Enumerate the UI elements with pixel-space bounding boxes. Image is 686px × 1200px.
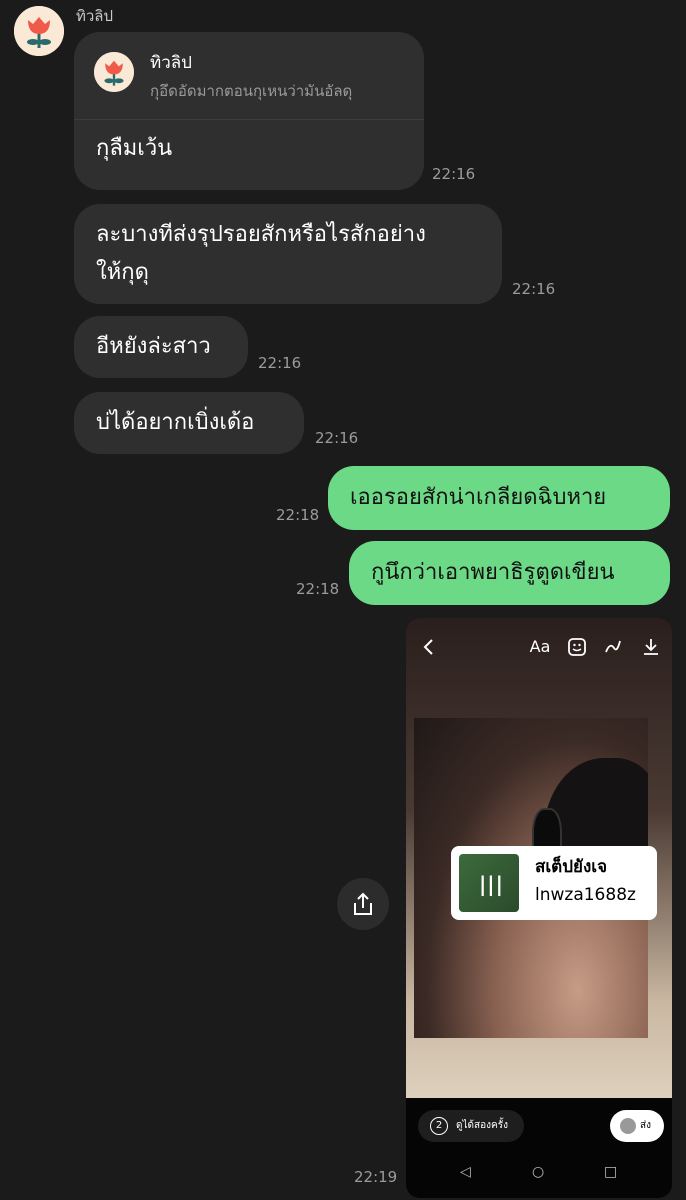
message-text: อีหยังล่ะสาว: [96, 334, 211, 359]
reply-sender-name: ทิวลิป: [150, 53, 192, 73]
message-time: 22:18: [296, 580, 340, 598]
message-text-line: ละบางทีส่งรุปรอยสักหรือไรสักอย่าง: [96, 222, 426, 247]
message-time: 22:19: [354, 1168, 398, 1186]
view-count-icon: 2: [430, 1117, 448, 1135]
tulip-icon: [14, 6, 64, 56]
message-bubble[interactable]: บ่ได้อยากเบิ่งเด้อ: [74, 392, 304, 454]
android-nav-bar: ◁ ○ □: [406, 1154, 672, 1198]
text-tool-icon[interactable]: Aa: [523, 630, 557, 664]
tulip-icon: [94, 52, 134, 92]
music-sticker[interactable]: ||| สเต็ปยังเจ lnwza1688z: [451, 846, 657, 920]
message-time: 22:16: [258, 354, 302, 372]
nav-home-icon[interactable]: ○: [532, 1164, 544, 1180]
reply-avatar: [94, 52, 134, 92]
message-time: 22:16: [432, 165, 476, 183]
sender-name: ทิวลิป: [76, 7, 114, 25]
share-button[interactable]: [337, 878, 389, 930]
message-text: เออรอยสักน่าเกลียดฉิบหาย: [350, 485, 607, 510]
sticker-icon[interactable]: [560, 630, 594, 664]
message-text: กูนึกว่าเอาพยาธิรูตูดเขียน: [371, 560, 615, 585]
story-toolbar: Aa: [406, 630, 672, 674]
message-bubble[interactable]: อีหยังล่ะสาว: [74, 316, 248, 378]
draw-icon[interactable]: [596, 630, 630, 664]
message-text-line: ให้กุดุ: [96, 260, 149, 285]
outgoing-message-bubble[interactable]: กูนึกว่าเอาพยาธิรูตูดเขียน: [349, 541, 670, 605]
nav-recents-icon[interactable]: □: [604, 1164, 617, 1180]
music-artist: lnwza1688z: [535, 885, 636, 905]
message-bubble[interactable]: ละบางทีส่งรุปรอยสักหรือไรสักอย่าง ให้กุด…: [74, 204, 502, 304]
contact-avatar[interactable]: [14, 6, 64, 56]
back-icon[interactable]: [412, 630, 446, 664]
view-once-label: ดูได้สองครั้ง: [456, 1120, 508, 1131]
share-icon: [354, 892, 372, 915]
audio-bars-icon: |||: [479, 872, 504, 896]
user-avatar-icon: [620, 1118, 636, 1134]
story-bottom-bar: 2 ดูได้สองครั้ง ส่ง ◁ ○ □: [406, 1098, 672, 1198]
message-text: กุลืมเว้น: [96, 136, 173, 161]
outgoing-message-bubble[interactable]: เออรอยสักน่าเกลียดฉิบหาย: [328, 466, 670, 530]
send-label: ส่ง: [640, 1120, 651, 1131]
reply-preview-text: กุอึดอัดมากตอนกุเหนว่ามันอัลดุ: [150, 82, 353, 100]
music-title: สเต็ปยังเจ: [535, 857, 608, 877]
message-time: 22:18: [276, 506, 320, 524]
music-cover: |||: [459, 854, 519, 912]
view-once-button[interactable]: 2 ดูได้สองครั้ง: [418, 1110, 524, 1142]
message-time: 22:16: [512, 280, 556, 298]
chat-screen: ทิวลิป ทิวลิป กุอึดอัดมากตอนกุเหนว่ามันอ…: [0, 0, 686, 1200]
send-button[interactable]: ส่ง: [610, 1110, 664, 1142]
reply-quote[interactable]: ทิวลิป กุอึดอัดมากตอนกุเหนว่ามันอัลดุ: [74, 32, 424, 120]
image-message[interactable]: Aa ||| สเต็ปยังเจ lnwza1688z 2 ดูได้สองค…: [406, 618, 672, 1198]
download-icon[interactable]: [634, 630, 668, 664]
message-time: 22:16: [315, 429, 359, 447]
message-text: บ่ได้อยากเบิ่งเด้อ: [96, 410, 255, 435]
message-bubble-reply[interactable]: ทิวลิป กุอึดอัดมากตอนกุเหนว่ามันอัลดุ กุ…: [74, 32, 424, 190]
nav-back-icon[interactable]: ◁: [460, 1164, 471, 1180]
